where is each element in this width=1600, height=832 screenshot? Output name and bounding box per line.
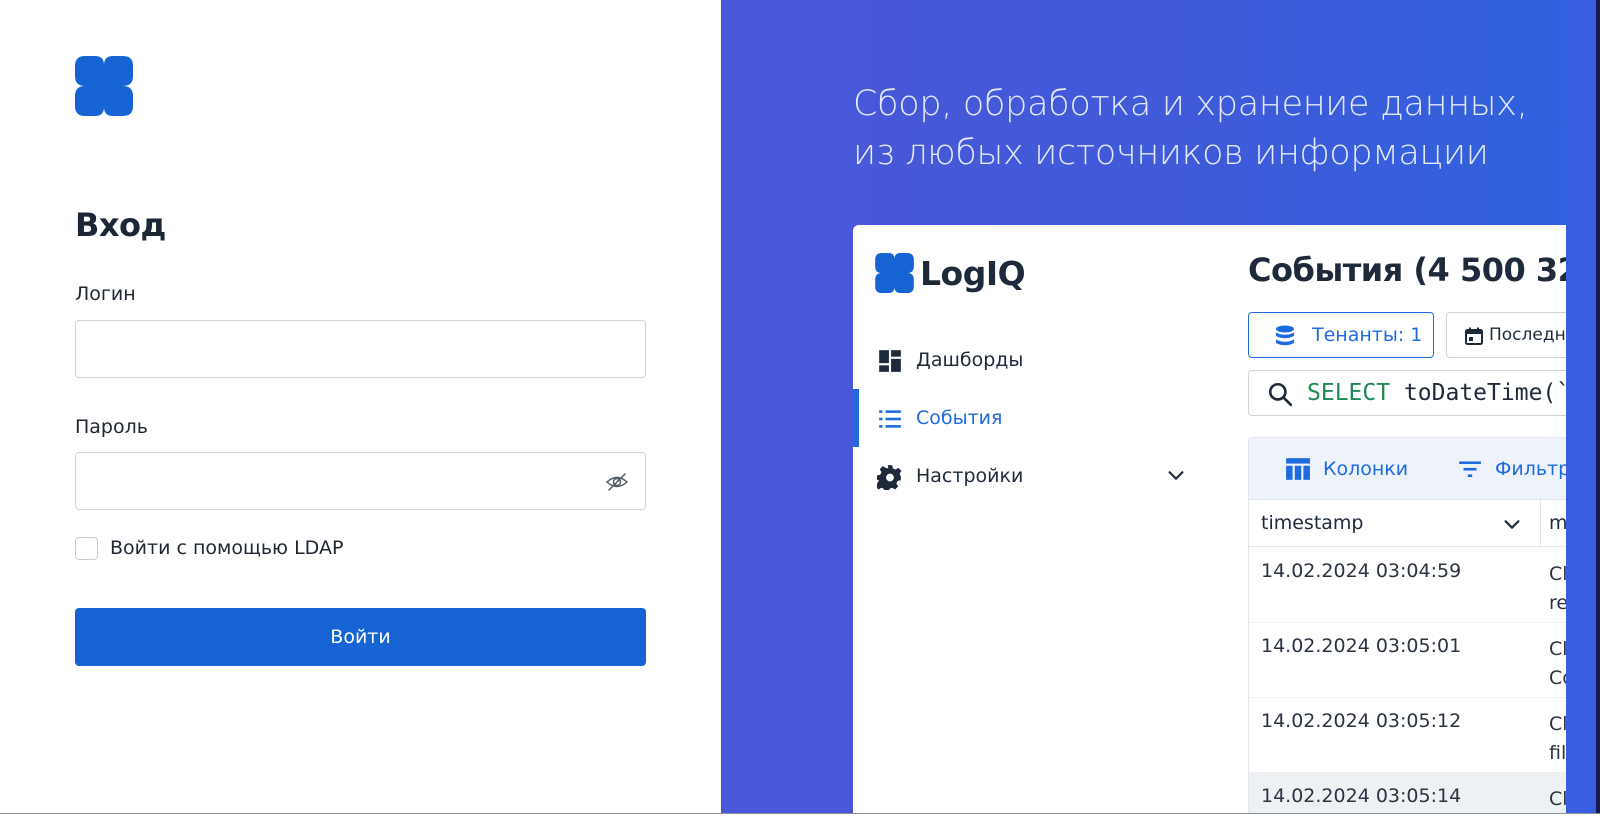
ldap-option[interactable]: Войти с помощью LDAP [75, 535, 343, 561]
password-label: Пароль [75, 416, 148, 438]
tenants-label: Тенанты: 1 [1312, 324, 1423, 346]
query-text: SELECT toDateTime(` [1307, 380, 1570, 406]
columns-icon [1286, 458, 1310, 480]
app-logo: LogIQ [875, 253, 1026, 293]
table-row[interactable]: 14.02.2024 03:05:14 Cl [1249, 773, 1573, 813]
search-icon [1268, 382, 1293, 407]
column-header-message[interactable]: m [1549, 512, 1568, 534]
filter-label: Фильтр [1495, 458, 1571, 480]
database-icon [1276, 325, 1294, 346]
gear-icon [877, 465, 902, 490]
column-header-timestamp[interactable]: timestamp [1261, 512, 1364, 534]
calendar-icon [1465, 327, 1483, 345]
sidebar-item-label: Дашборды [916, 349, 1024, 371]
events-table: Колонки Фильтр timestamp m 14.02.2024 03… [1248, 437, 1573, 813]
ldap-label: Войти с помощью LDAP [110, 537, 344, 559]
app-main: События (4 500 32 Тенанты: 1 Последни SE… [1214, 225, 1573, 813]
active-indicator [853, 389, 859, 447]
logiq-logo-icon [875, 253, 914, 293]
login-field[interactable] [76, 321, 645, 377]
login-button[interactable]: Войти [75, 608, 646, 666]
query-keyword: SELECT [1307, 380, 1391, 406]
sidebar-item-label: События [916, 407, 1003, 429]
events-title: События (4 500 32 [1248, 251, 1573, 289]
eye-off-icon[interactable] [605, 470, 629, 494]
table-toolbar: Колонки Фильтр [1249, 438, 1573, 500]
login-field-wrapper [75, 320, 646, 378]
table-header: timestamp m [1249, 500, 1573, 547]
period-button[interactable]: Последни [1446, 312, 1573, 358]
sidebar-item-dashboards[interactable]: Дашборды [853, 331, 1214, 389]
row-message: Cl [1549, 788, 1568, 810]
filter-icon [1459, 461, 1481, 478]
filter-button[interactable]: Фильтр [1457, 456, 1570, 482]
row-timestamp: 14.02.2024 03:05:12 [1261, 710, 1462, 732]
table-row[interactable]: 14.02.2024 03:04:59 Cl re [1249, 548, 1573, 623]
sidebar-item-label: Настройки [916, 465, 1024, 487]
table-row[interactable]: 14.02.2024 03:05:01 Cl Co [1249, 623, 1573, 698]
window-edge [1596, 0, 1600, 813]
sidebar-item-events[interactable]: События [853, 389, 1214, 447]
app-logo-text: LogIQ [920, 253, 1026, 293]
sidebar-item-settings[interactable]: Настройки [853, 447, 1214, 505]
row-message: Cl fil [1549, 713, 1568, 764]
app-preview: LogIQ Дашборды События Настройки События… [853, 225, 1573, 813]
tenants-button[interactable]: Тенанты: 1 [1248, 312, 1434, 358]
chevron-down-icon[interactable] [1501, 513, 1523, 535]
row-timestamp: 14.02.2024 03:04:59 [1261, 560, 1462, 582]
table-row[interactable]: 14.02.2024 03:05:12 Cl fil [1249, 698, 1573, 773]
login-pane: Вход Логин Пароль Войти с помощью LDAP В… [0, 0, 721, 813]
ldap-checkbox[interactable] [75, 536, 98, 560]
promo-edge [1566, 0, 1600, 813]
password-field[interactable] [76, 453, 645, 509]
password-field-wrapper [75, 452, 646, 510]
dashboard-icon [879, 350, 901, 372]
row-timestamp: 14.02.2024 03:05:01 [1261, 635, 1462, 657]
bottom-strip [0, 813, 1600, 832]
query-input[interactable]: SELECT toDateTime(` [1248, 370, 1573, 416]
column-divider [1540, 500, 1541, 547]
logo-icon [75, 56, 133, 116]
row-timestamp: 14.02.2024 03:05:14 [1261, 785, 1462, 807]
list-icon [879, 410, 901, 428]
query-rest: toDateTime(` [1390, 380, 1571, 406]
login-label: Логин [75, 283, 136, 305]
app-sidebar: LogIQ Дашборды События Настройки [853, 225, 1214, 813]
columns-button[interactable]: Колонки [1285, 456, 1408, 482]
columns-label: Колонки [1323, 458, 1409, 480]
promo-line-2: из любых источников информации [853, 133, 1489, 173]
login-title: Вход [75, 206, 166, 244]
promo-pane: Сбор, обработка и хранение данных, из лю… [721, 0, 1600, 813]
period-label: Последни [1489, 325, 1573, 345]
chevron-down-icon[interactable] [1165, 464, 1187, 486]
promo-line-1: Сбор, обработка и хранение данных, [853, 84, 1528, 124]
